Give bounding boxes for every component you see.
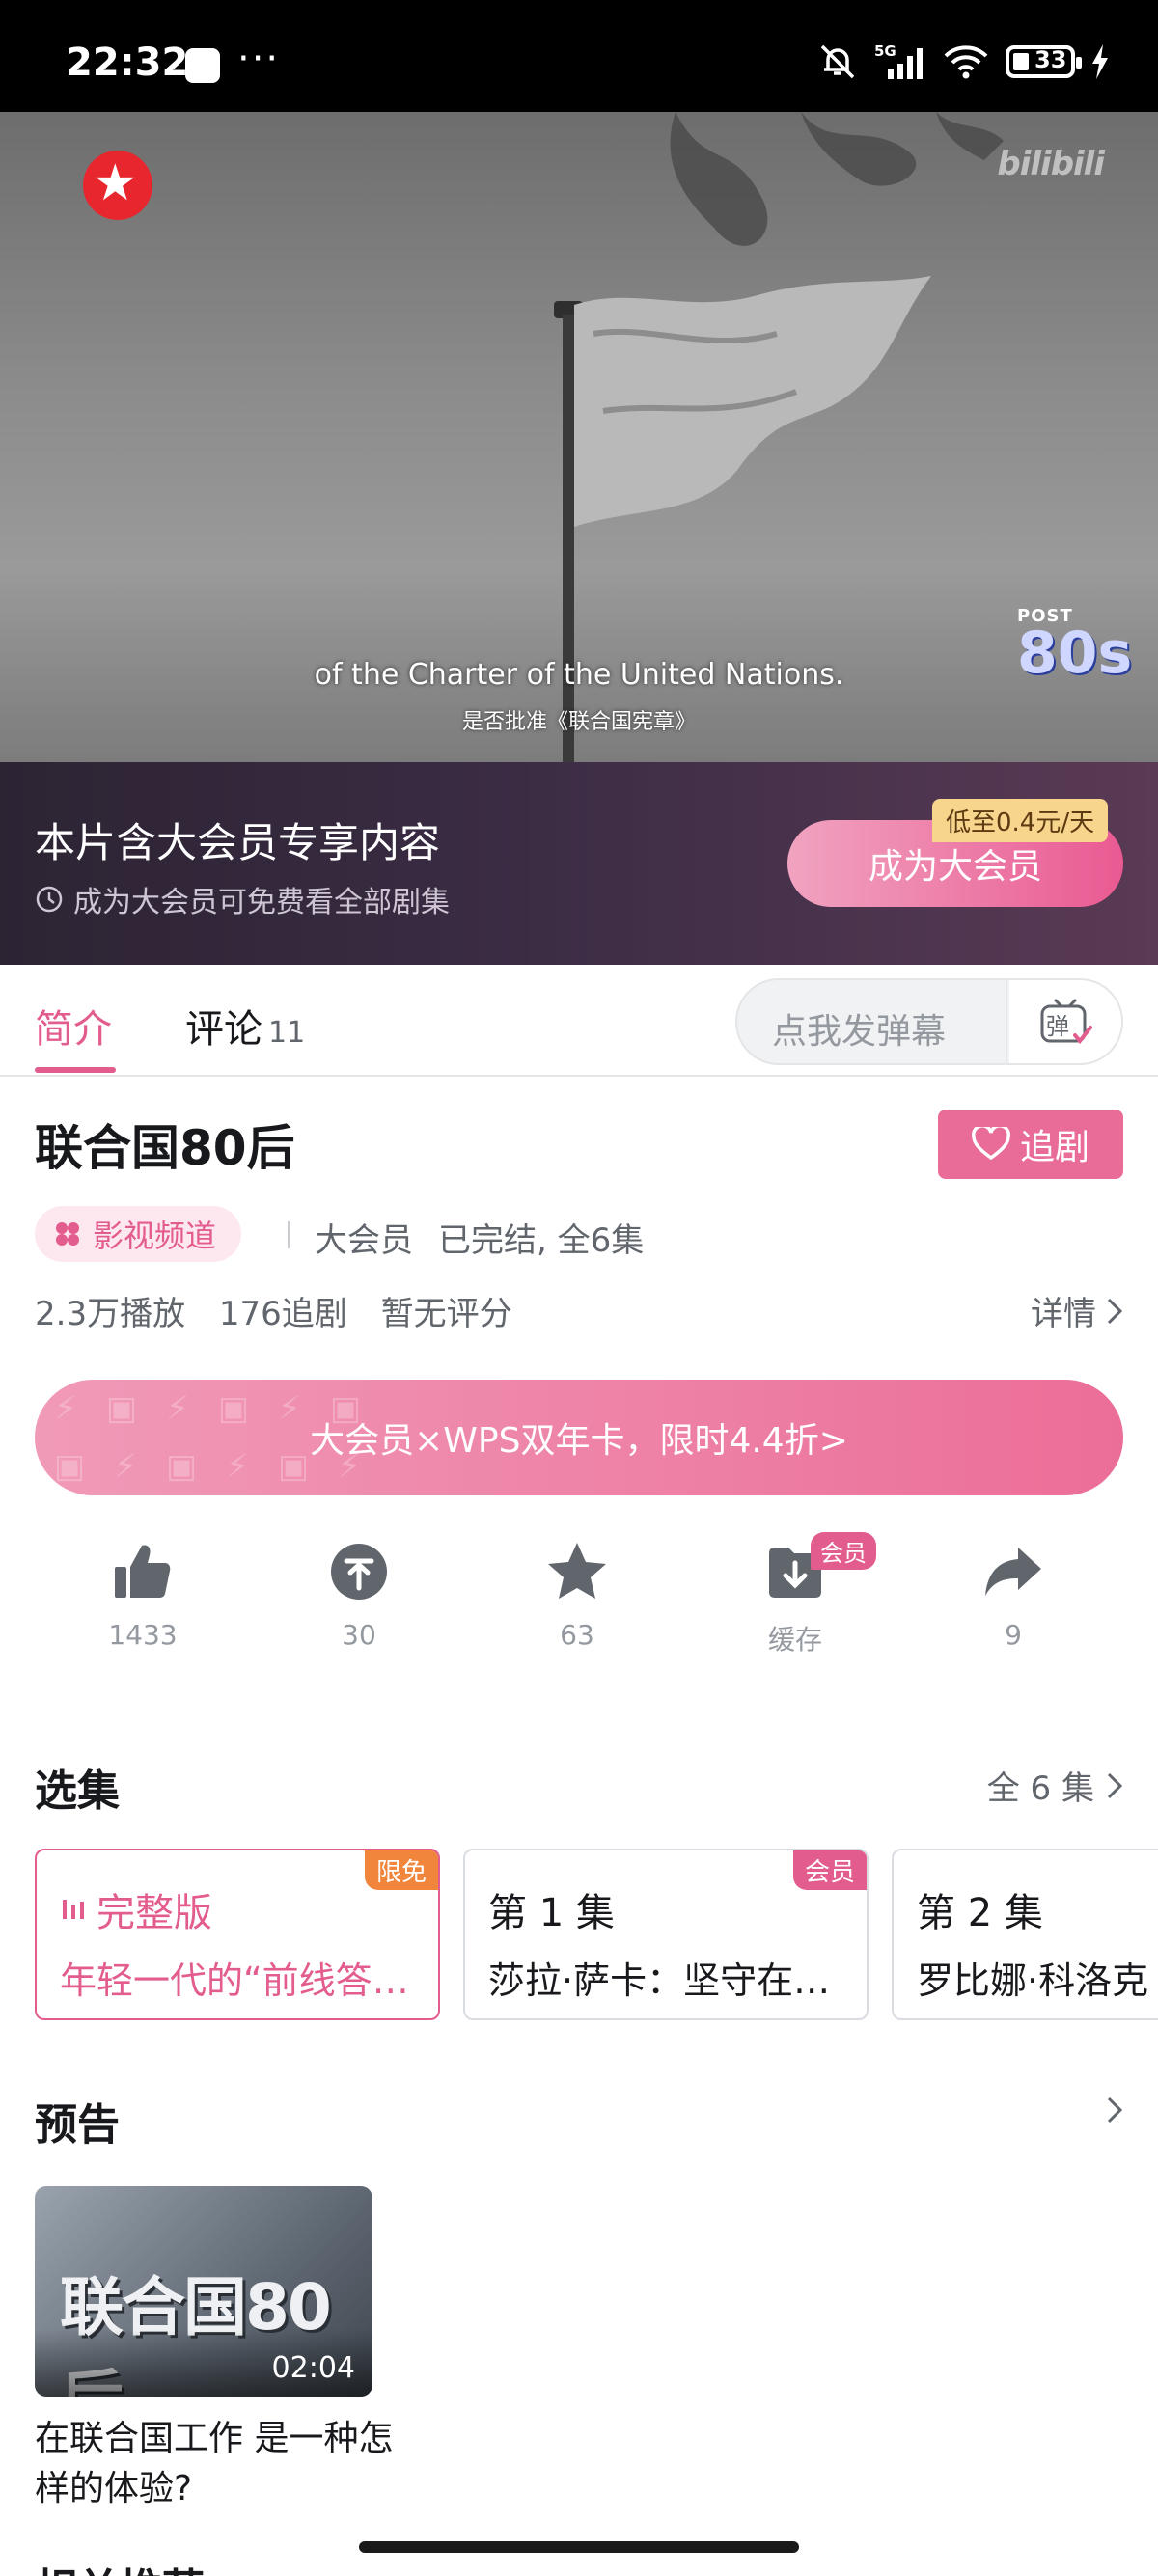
battery-icon: 33 — [1006, 45, 1082, 78]
recommendations-title: 相关推荐 — [35, 2555, 205, 2576]
trailer-video-title[interactable]: 在联合国工作 是一种怎样的体验? — [35, 2414, 401, 2514]
episode-subtitle: 年轻一代的“前线答卷” — [60, 1959, 427, 2002]
video-player[interactable]: ★ bilibili POST 80s of the Charter of th… — [0, 112, 1158, 762]
trailer-title: 预告 — [35, 2100, 120, 2150]
danmaku-divider — [1006, 980, 1007, 1063]
wifi-icon — [944, 45, 988, 79]
price-badge: 低至0.4元/天 — [932, 799, 1109, 842]
video-duration: 02:04 — [271, 2351, 355, 2385]
episode-subtitle: 莎拉·萨卡：坚守在一线 — [488, 1959, 855, 2002]
tree-silhouette — [670, 112, 1004, 246]
details-link[interactable]: 详情 — [1031, 1287, 1123, 1334]
episode-card-2[interactable]: 第 2 集 罗比娜·科洛克 — [892, 1849, 1158, 2020]
more-notifications-icon: ··· — [237, 37, 281, 81]
episode-subtitle: 罗比娜·科洛克 — [917, 1959, 1149, 2002]
like-count: 1433 — [108, 1619, 178, 1651]
promo-banner[interactable]: ⚡▣⚡▣⚡▣ ▣⚡▣⚡▣⚡ 大会员×WPS双年卡，限时4.4折> — [35, 1380, 1123, 1495]
star-icon — [548, 1543, 606, 1599]
flag-pole — [563, 315, 574, 762]
vip-banner-title: 本片含大会员专享内容 — [35, 819, 441, 866]
episode-card-1[interactable]: 第 1 集 莎拉·萨卡：坚守在一线 会员 — [463, 1849, 868, 2020]
follow-count: 176追剧 — [218, 1295, 347, 1333]
heart-icon — [972, 1127, 1010, 1161]
film-channel-icon — [56, 1222, 79, 1246]
share-button[interactable]: 9 — [917, 1540, 1110, 1651]
trailer-thumbnail[interactable]: 联合国80后 02:04 — [35, 2186, 372, 2397]
tab-bar: 简介 评论 11 点我发弹幕 弹 — [0, 965, 1158, 1077]
episode-title: 完整版 — [60, 1881, 212, 1937]
chevron-right-icon — [1107, 1772, 1123, 1798]
rating: 暂无评分 — [380, 1295, 512, 1333]
battery-level: 33 — [1034, 46, 1067, 73]
episode-status: 已完结, 全6集 — [438, 1221, 645, 1260]
favorite-button[interactable]: 63 — [481, 1540, 674, 1651]
channel-tag[interactable]: 影视频道 — [35, 1206, 242, 1262]
show-title: 联合国80后 — [35, 1120, 295, 1176]
signal-5g-icon: 5G — [874, 42, 923, 79]
all-episodes-label: 全 6 集 — [986, 1769, 1094, 1808]
follow-show-label: 追剧 — [1019, 1128, 1089, 1167]
episodes-title: 选集 — [35, 1767, 120, 1816]
clock-icon — [36, 886, 63, 913]
download-label: 缓存 — [767, 1624, 822, 1656]
episode-title-text: 完整版 — [96, 1891, 212, 1935]
details-label: 详情 — [1031, 1295, 1096, 1333]
danmaku-placeholder: 点我发弹幕 — [772, 1012, 947, 1052]
coin-icon — [331, 1544, 387, 1600]
show-stats: 2.3万播放 176追剧 暂无评分 — [35, 1287, 536, 1334]
subtitle-chinese: 是否批准《联合国宪章》 — [461, 710, 696, 734]
episode-card-full[interactable]: 完整版 年轻一代的“前线答卷” 限免 — [35, 1849, 440, 2020]
play-count: 2.3万播放 — [35, 1295, 186, 1333]
flag — [574, 276, 931, 527]
vip-badge: 会员 — [811, 1532, 876, 1570]
follow-show-button[interactable]: 追剧 — [938, 1110, 1123, 1179]
vip-banner-subtitle-text: 成为大会员可免费看全部剧集 — [73, 886, 450, 919]
action-bar: 1433 30 63 缓存 会员 9 — [0, 1532, 1158, 1665]
danmaku-input[interactable]: 点我发弹幕 弹 — [735, 978, 1123, 1065]
share-count: 9 — [1005, 1619, 1022, 1651]
episode-title: 第 2 集 — [917, 1891, 1043, 1935]
status-icons: 5G 33 — [818, 42, 1110, 81]
download-button[interactable]: 缓存 会员 — [699, 1532, 892, 1658]
tab-comments-label: 评论 — [185, 1007, 262, 1052]
membership-label: 大会员 — [315, 1221, 413, 1260]
channel-label: 影视频道 — [93, 1218, 217, 1254]
all-episodes-link[interactable]: 全 6 集 — [987, 1762, 1123, 1809]
tab-intro[interactable]: 简介 — [35, 998, 112, 1054]
comment-count: 11 — [268, 1016, 306, 1050]
notification-app-icon — [185, 48, 220, 83]
thumbs-up-icon — [115, 1545, 171, 1598]
vip-tag: 会员 — [792, 1850, 867, 1890]
danmaku-icon-glyph: 弹 — [1046, 1013, 1069, 1040]
meta-divider — [288, 1221, 290, 1248]
tab-active-indicator — [35, 1067, 116, 1073]
status-bar: 22:32 ··· 5G 33 — [0, 0, 1158, 112]
dragon-tv-logo: ★ — [83, 151, 152, 220]
like-button[interactable]: 1433 — [46, 1540, 239, 1651]
chevron-right-icon — [1107, 2096, 1123, 2124]
free-tag: 限免 — [364, 1850, 438, 1890]
playing-bars-icon — [63, 1900, 84, 1919]
mute-bell-icon — [820, 44, 855, 79]
danmaku-toggle-button[interactable]: 弹 — [1009, 980, 1121, 1063]
coin-count: 30 — [342, 1619, 376, 1651]
status-time: 22:32 — [66, 41, 189, 85]
trailer-more-link[interactable] — [1106, 2096, 1123, 2124]
coin-button[interactable]: 30 — [262, 1540, 455, 1651]
share-icon — [985, 1548, 1041, 1596]
home-indicator[interactable] — [359, 2541, 799, 2553]
charging-icon — [1092, 44, 1108, 79]
promo-text: 大会员×WPS双年卡，限时4.4折> — [310, 1421, 848, 1461]
episode-title: 第 1 集 — [488, 1891, 615, 1935]
show-meta: 大会员 已完结, 全6集 — [315, 1214, 644, 1261]
favorite-count: 63 — [560, 1619, 594, 1651]
vip-banner-subtitle: 成为大会员可免费看全部剧集 — [35, 878, 450, 920]
tab-comments[interactable]: 评论 11 — [185, 998, 305, 1054]
chevron-right-icon — [1107, 1298, 1123, 1324]
svg-text:5G: 5G — [874, 42, 896, 60]
subtitle-english: of the Charter of the United Nations. — [314, 658, 844, 692]
vip-banner: 本片含大会员专享内容 成为大会员可免费看全部剧集 成为大会员 低至0.4元/天 — [0, 762, 1158, 965]
bilibili-watermark: bilibili — [997, 145, 1105, 183]
